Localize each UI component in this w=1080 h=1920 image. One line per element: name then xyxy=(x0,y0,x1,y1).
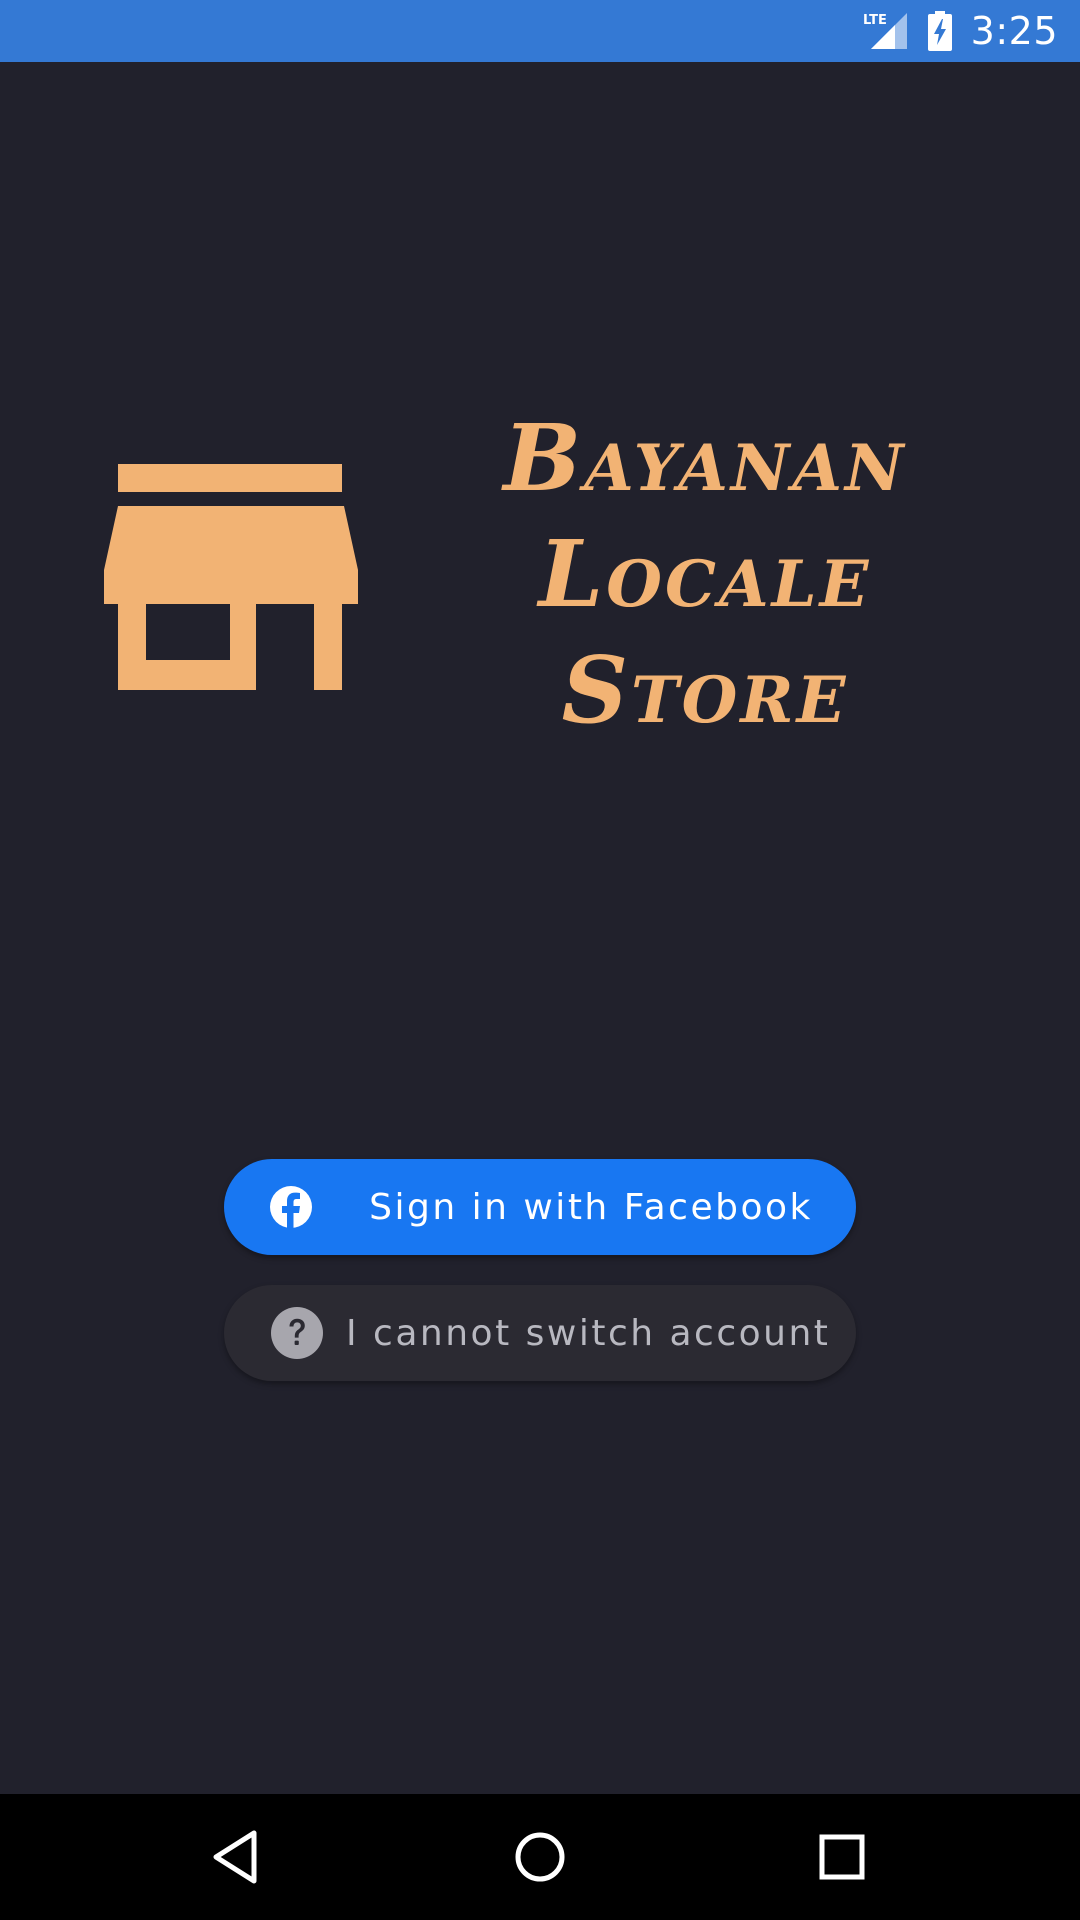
back-icon[interactable] xyxy=(206,1827,266,1887)
app-title-line-3: Store xyxy=(561,636,849,744)
storefront-icon xyxy=(104,464,358,690)
brand-header: Bayanan Locale Store xyxy=(0,62,1080,762)
cannot-switch-account-label: I cannot switch account xyxy=(346,1312,831,1354)
cannot-switch-account-button[interactable]: I cannot switch account xyxy=(224,1285,856,1381)
system-navigation-bar xyxy=(0,1794,1080,1920)
sign-in-facebook-button[interactable]: Sign in with Facebook xyxy=(224,1159,856,1255)
login-screen: Bayanan Locale Store Sign in with Facebo… xyxy=(0,62,1080,1794)
home-icon[interactable] xyxy=(510,1827,570,1887)
lte-signal-icon: LTE xyxy=(863,13,907,49)
recents-icon[interactable] xyxy=(812,1827,872,1887)
app-title: Bayanan Locale Store xyxy=(430,400,980,748)
help-circle-icon xyxy=(271,1307,323,1359)
app-title-line-1: Bayanan xyxy=(503,404,907,512)
facebook-icon xyxy=(270,1186,312,1232)
network-label: LTE xyxy=(863,13,887,28)
battery-charging-icon xyxy=(927,11,952,51)
clock: 3:25 xyxy=(970,9,1058,53)
sign-in-facebook-label: Sign in with Facebook xyxy=(369,1186,813,1228)
status-bar: LTE 3:25 xyxy=(0,0,1080,62)
status-icons: LTE 3:25 xyxy=(861,0,1058,62)
app-title-line-2: Locale xyxy=(538,520,872,628)
